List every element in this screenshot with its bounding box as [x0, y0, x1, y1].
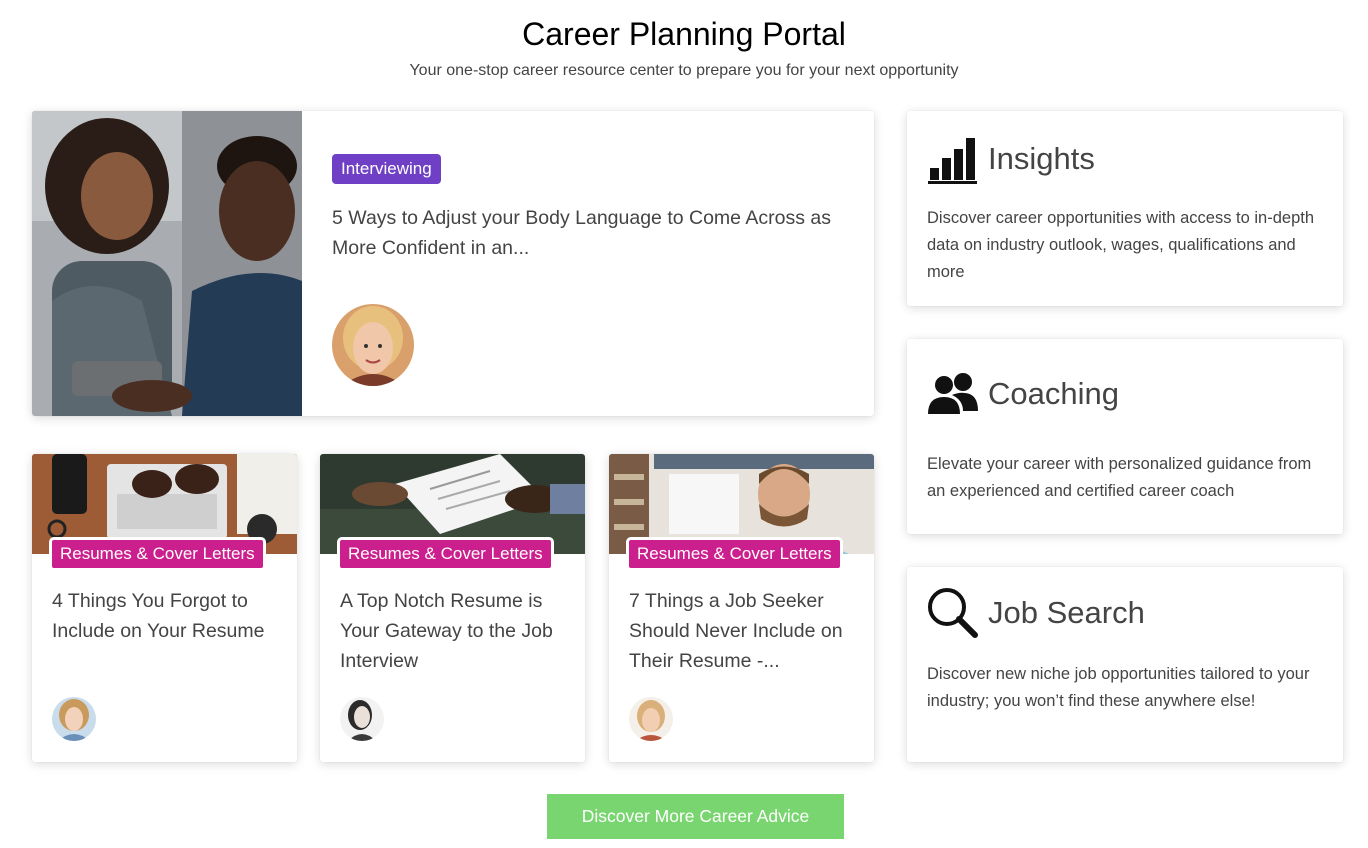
resumes-tag[interactable]: Resumes & Cover Letters [49, 537, 266, 571]
resumes-tag[interactable]: Resumes & Cover Letters [626, 537, 843, 571]
resumes-tag[interactable]: Resumes & Cover Letters [337, 537, 554, 571]
author-avatar [52, 697, 96, 741]
insights-card[interactable]: Insights Discover career opportunities w… [907, 111, 1343, 306]
featured-article-title[interactable]: 5 Ways to Adjust your Body Language to C… [332, 203, 852, 263]
job-search-description: Discover new niche job opportunities tai… [927, 665, 1310, 710]
author-avatar [332, 304, 414, 386]
insights-heading[interactable]: Insights [988, 141, 1095, 177]
coaching-card[interactable]: Coaching Elevate your career with person… [907, 339, 1343, 534]
job-search-heading[interactable]: Job Search [988, 595, 1145, 631]
page-title: Career Planning Portal [522, 16, 846, 52]
search-icon [928, 588, 978, 638]
interviewing-tag[interactable]: Interviewing [332, 154, 441, 184]
article-card[interactable]: Resumes & Cover Letters 4 Things You For… [32, 454, 297, 762]
coaching-description: Elevate your career with personalized gu… [927, 455, 1312, 500]
users-icon [928, 373, 978, 414]
job-search-card[interactable]: Job Search Discover new niche job opport… [907, 567, 1343, 762]
article-title[interactable]: 4 Things You Forgot to Include on Your R… [52, 586, 284, 646]
insights-description: Discover career opportunities with acces… [927, 209, 1315, 281]
featured-article-card[interactable]: Interviewing 5 Ways to Adjust your Body … [32, 111, 874, 416]
article-card[interactable]: Resumes & Cover Letters 7 Things a Job S… [609, 454, 874, 762]
author-avatar [340, 697, 384, 741]
author-avatar [629, 697, 673, 741]
article-title[interactable]: A Top Notch Resume is Your Gateway to th… [340, 586, 572, 676]
coaching-heading[interactable]: Coaching [988, 376, 1119, 412]
featured-article-image [32, 111, 302, 416]
discover-more-button[interactable]: Discover More Career Advice [547, 794, 844, 839]
article-card[interactable]: Resumes & Cover Letters A Top Notch Resu… [320, 454, 585, 762]
article-title[interactable]: 7 Things a Job Seeker Should Never Inclu… [629, 586, 861, 676]
bar-chart-icon [928, 138, 977, 184]
page-subtitle: Your one-stop career resource center to … [409, 62, 959, 79]
